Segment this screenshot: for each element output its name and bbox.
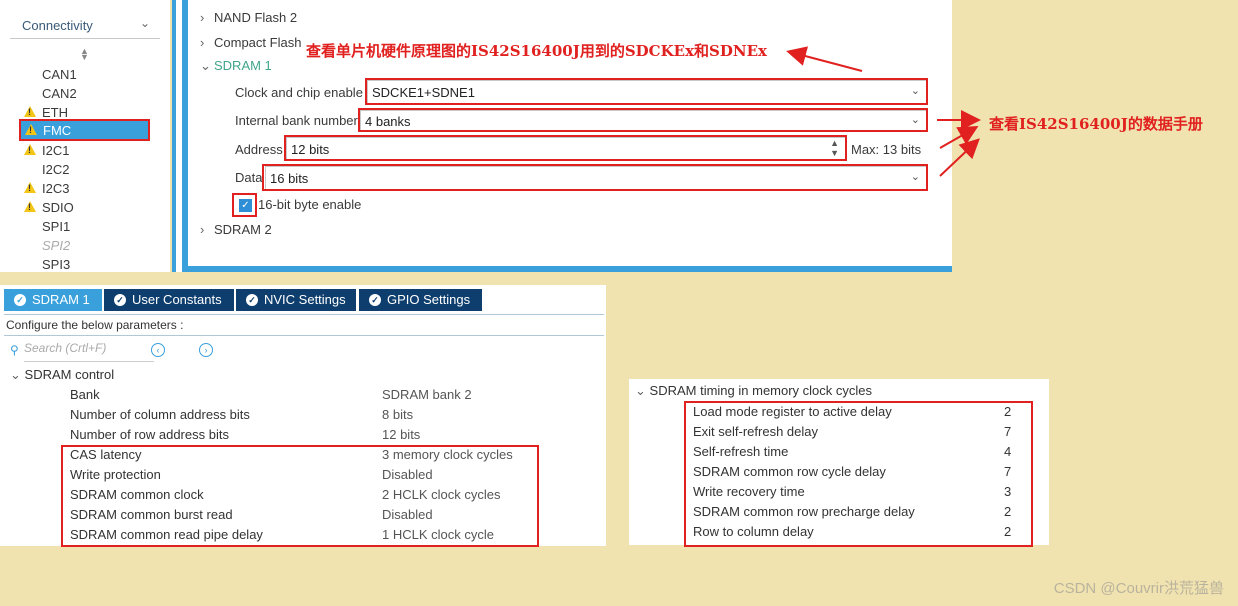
sidebar-item-sdio[interactable]: SDIO xyxy=(20,198,150,217)
arrow-to-data xyxy=(939,138,980,177)
tree-item-label: SDRAM 2 xyxy=(214,222,272,237)
sidebar-item-label: FMC xyxy=(43,123,72,138)
tab-nvic-settings[interactable]: ✓ NVIC Settings xyxy=(236,289,356,311)
sidebar-item-i2c1[interactable]: I2C1 xyxy=(20,141,150,160)
annotation-right: 查看IS42S16400J的数据手册 xyxy=(989,115,1203,133)
sort-icon[interactable]: ▲ ▼ xyxy=(80,47,89,62)
watermark: CSDN @Couvrir洪荒猛兽 xyxy=(1053,580,1224,597)
tab-label: SDRAM 1 xyxy=(32,292,90,307)
tree-item-sdram2[interactable]: › SDRAM 2 xyxy=(200,222,272,237)
tab-gpio-settings[interactable]: ✓ GPIO Settings xyxy=(359,289,482,311)
search-input[interactable]: Search (Crtl+F) xyxy=(24,341,154,362)
sidebar-item-spi3[interactable]: SPI3 xyxy=(20,255,150,274)
sidebar-item-can2[interactable]: CAN2 xyxy=(20,84,150,103)
param-value[interactable]: 8 bits xyxy=(382,407,413,422)
sidebar-item-label: CAN1 xyxy=(42,67,77,82)
chevron-down-icon: ⌄ xyxy=(10,367,21,382)
chevron-right-icon: › xyxy=(200,222,205,237)
param-name: Number of column address bits xyxy=(70,407,250,422)
data-label: Data xyxy=(235,170,263,185)
highlight-box xyxy=(684,401,1033,547)
check-circle-icon: ✓ xyxy=(114,294,126,306)
sidebar-item-label: CAN2 xyxy=(42,86,77,101)
tree-item-label: NAND Flash 2 xyxy=(214,10,298,25)
param-name: Bank xyxy=(70,387,100,402)
category-label: Connectivity xyxy=(22,18,93,33)
warning-icon xyxy=(25,124,37,135)
tree-item-label: Compact Flash xyxy=(214,35,302,50)
param-value[interactable]: 12 bits xyxy=(382,427,420,442)
sidebar-item-eth[interactable]: ETH xyxy=(20,103,150,122)
tree-item-sdram1[interactable]: ⌄ SDRAM 1 xyxy=(200,58,272,74)
sidebar-item-label: SDIO xyxy=(42,200,74,215)
check-circle-icon: ✓ xyxy=(246,294,258,306)
annotation-arrows xyxy=(786,46,981,177)
peripheral-sidebar: Connectivity ⌄ ▲▼ CAN1 CAN2 ETH FMC I2C1… xyxy=(0,0,170,272)
parameter-settings-panel: ✓ SDRAM 1 ✓ User Constants ✓ NVIC Settings … xyxy=(0,285,606,547)
check-circle-icon: ✓ xyxy=(14,294,26,306)
warning-icon xyxy=(24,201,36,212)
next-icon[interactable]: › xyxy=(199,343,213,357)
highlight-box xyxy=(232,193,257,217)
highlight-box xyxy=(284,135,847,161)
warning-icon xyxy=(24,144,36,155)
group-sdram-control[interactable]: ⌄ SDRAM control xyxy=(10,367,114,383)
param-value[interactable]: SDRAM bank 2 xyxy=(382,387,472,402)
configure-label: Configure the below parameters : xyxy=(6,318,184,332)
tab-sdram1[interactable]: ✓ SDRAM 1 xyxy=(4,289,102,311)
sidebar-item-label: I2C3 xyxy=(42,181,70,196)
chevron-down-icon: ⌄ xyxy=(200,58,211,73)
category-header[interactable]: Connectivity ⌄ xyxy=(10,6,160,39)
tab-user-constants[interactable]: ✓ User Constants xyxy=(104,289,234,311)
tab-label: NVIC Settings xyxy=(264,292,346,307)
sidebar-item-label: I2C2 xyxy=(42,162,70,177)
highlight-box xyxy=(61,445,539,547)
tree-item-compact-flash[interactable]: › Compact Flash xyxy=(200,35,301,50)
tree-item-label: SDRAM 1 xyxy=(214,58,272,73)
chevron-right-icon: › xyxy=(200,35,205,50)
address-label: Address xyxy=(235,142,283,157)
clock-chip-enable-label: Clock and chip enable xyxy=(235,85,363,100)
sidebar-item-fmc[interactable]: FMC xyxy=(19,119,150,141)
internal-bank-label: Internal bank number xyxy=(235,113,358,128)
panel-bottom-border xyxy=(188,266,952,272)
warning-icon xyxy=(24,182,36,193)
sidebar-item-label: SPI2 xyxy=(42,238,71,253)
chevron-down-icon[interactable]: ⌄ xyxy=(140,16,150,30)
arrow-to-address xyxy=(939,126,979,149)
param-name: Number of row address bits xyxy=(70,427,229,442)
sidebar-item-label: ETH xyxy=(42,105,68,120)
warning-icon xyxy=(24,106,36,117)
byte-enable-label: 16-bit byte enable xyxy=(258,197,362,212)
sidebar-item-spi2[interactable]: SPI2 xyxy=(20,236,150,255)
sidebar-item-spi1[interactable]: SPI1 xyxy=(20,217,150,236)
sidebar-item-label: SPI1 xyxy=(42,219,71,234)
chevron-right-icon: › xyxy=(200,10,205,25)
sidebar-item-i2c2[interactable]: I2C2 xyxy=(20,160,150,179)
configure-header: Configure the below parameters : xyxy=(4,314,604,336)
group-sdram-timing[interactable]: ⌄ SDRAM timing in memory clock cycles xyxy=(635,383,872,399)
sidebar-item-label: I2C1 xyxy=(42,143,70,158)
tab-label: User Constants xyxy=(132,292,222,307)
chevron-down-icon: ⌄ xyxy=(635,383,646,398)
group-label: SDRAM timing in memory clock cycles xyxy=(649,383,873,398)
group-label: SDRAM control xyxy=(24,367,115,382)
search-icon[interactable]: ⚲ xyxy=(10,343,19,357)
tab-label: GPIO Settings xyxy=(387,292,471,307)
arrow-to-annotation-top xyxy=(786,46,863,72)
sidebar-item-i2c3[interactable]: I2C3 xyxy=(20,179,150,198)
annotation-top: 查看单片机硬件原理图的IS42S16400J用到的SDCKEx和SDNEx xyxy=(306,42,767,60)
check-circle-icon: ✓ xyxy=(369,294,381,306)
tree-item-nand-flash[interactable]: › NAND Flash 2 xyxy=(200,10,297,25)
sidebar-item-can1[interactable]: CAN1 xyxy=(20,65,150,84)
sdram-timing-panel: ⌄ SDRAM timing in memory clock cycles Lo… xyxy=(629,379,1049,547)
previous-icon[interactable]: ‹ xyxy=(151,343,165,357)
sidebar-item-label: SPI3 xyxy=(42,257,71,272)
